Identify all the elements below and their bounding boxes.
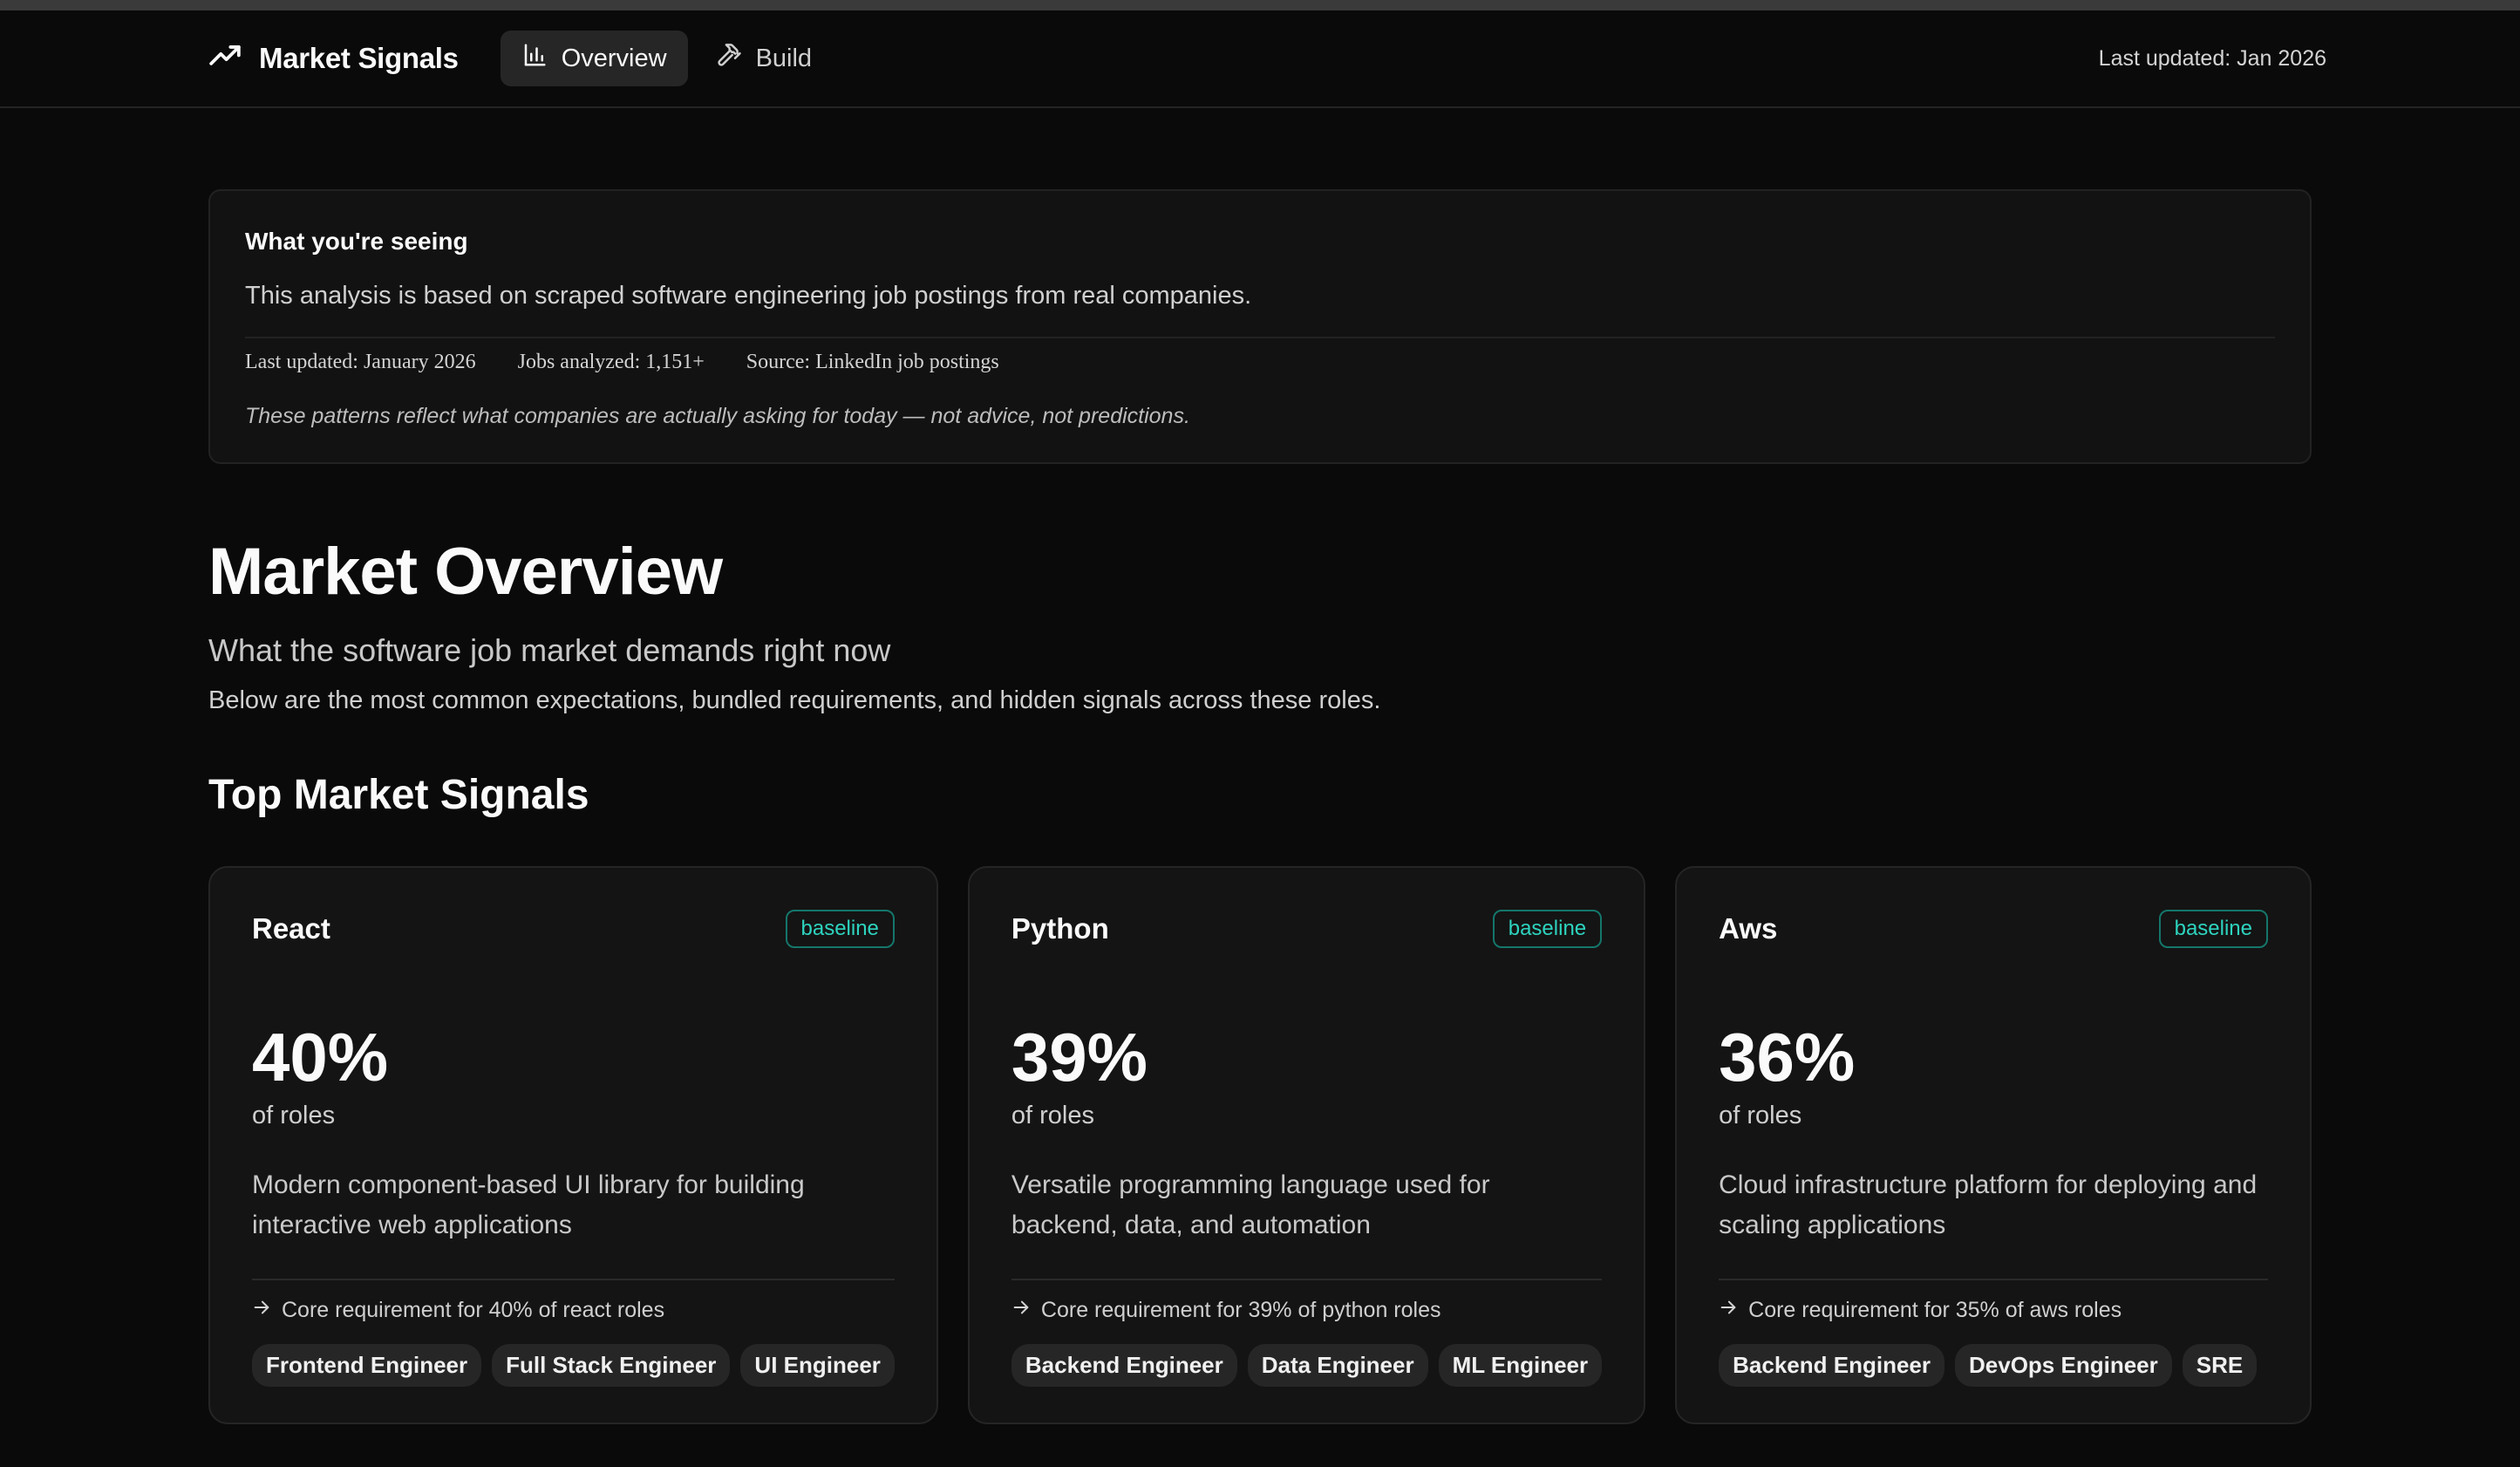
- card-note: Core requirement for 39% of python roles: [1011, 1298, 1602, 1323]
- card-note: Core requirement for 40% of react roles: [252, 1298, 895, 1323]
- nav-overview-label: Overview: [561, 44, 667, 72]
- info-card: What you're seeing This analysis is base…: [208, 189, 2312, 464]
- card-percent: 39%: [1011, 1019, 1148, 1095]
- info-note: These patterns reflect what companies ar…: [245, 404, 1190, 428]
- signal-card-aws[interactable]: Aws baseline 36% of roles Cloud infrastr…: [1675, 866, 2312, 1424]
- meta-jobs: Jobs analyzed: 1,151+: [517, 351, 705, 373]
- info-meta: Last updated: January 2026 Jobs analyzed…: [245, 337, 2275, 374]
- card-description: Cloud infrastructure platform for deploy…: [1719, 1170, 2258, 1239]
- card-note: Core requirement for 35% of aws roles: [1719, 1298, 2268, 1323]
- brand[interactable]: Market Signals: [208, 40, 459, 78]
- card-divider: [1719, 1279, 2268, 1280]
- card-unit: of roles: [252, 1102, 336, 1129]
- card-name: React: [252, 912, 330, 945]
- role-tag[interactable]: DevOps Engineer: [1955, 1344, 2172, 1387]
- role-tag[interactable]: ML Engineer: [1438, 1344, 1603, 1387]
- role-tags: Backend Engineer Data Engineer ML Engine…: [1011, 1344, 1603, 1387]
- signal-cards: React baseline 40% of roles Modern compo…: [208, 866, 2312, 1424]
- page-title: Market Overview: [208, 535, 723, 609]
- card-note-text: Core requirement for 40% of react roles: [282, 1298, 665, 1322]
- card-percent: 36%: [1719, 1019, 1856, 1095]
- role-tag[interactable]: Data Engineer: [1247, 1344, 1428, 1387]
- hammer-icon: [716, 42, 742, 75]
- role-tag[interactable]: Backend Engineer: [1011, 1344, 1237, 1387]
- nav-overview[interactable]: Overview: [500, 31, 688, 86]
- trending-up-icon: [208, 40, 242, 78]
- card-header: React baseline: [252, 910, 895, 948]
- card-description: Versatile programming language used for …: [1011, 1170, 1490, 1239]
- nav-build[interactable]: Build: [695, 31, 834, 86]
- card-header: Aws baseline: [1719, 910, 2268, 948]
- last-updated-label: Last updated: Jan 2026: [2098, 45, 2326, 71]
- section-title: Top Market Signals: [208, 772, 589, 818]
- baseline-badge: baseline: [785, 910, 895, 948]
- top-navbar: Market Signals Overview Build Last updat…: [0, 10, 2520, 108]
- role-tag[interactable]: Backend Engineer: [1719, 1344, 1944, 1387]
- signal-card-react[interactable]: React baseline 40% of roles Modern compo…: [208, 866, 938, 1424]
- main-nav: Overview Build: [500, 31, 834, 86]
- role-tag[interactable]: Frontend Engineer: [252, 1344, 482, 1387]
- meta-updated: Last updated: January 2026: [245, 351, 476, 373]
- card-unit: of roles: [1719, 1102, 1802, 1129]
- card-note-text: Core requirement for 39% of python roles: [1040, 1298, 1441, 1322]
- card-description: Modern component-based UI library for bu…: [252, 1170, 805, 1239]
- page-description: Below are the most common expectations, …: [208, 686, 1381, 714]
- meta-source: Source: LinkedIn job postings: [746, 351, 999, 373]
- card-percent: 40%: [252, 1019, 389, 1095]
- baseline-badge: baseline: [2158, 910, 2268, 948]
- role-tags: Backend Engineer DevOps Engineer SRE: [1719, 1344, 2268, 1387]
- card-name: Python: [1011, 912, 1109, 945]
- card-note-text: Core requirement for 35% of aws roles: [1748, 1298, 2122, 1322]
- card-name: Aws: [1719, 912, 1778, 945]
- card-divider: [252, 1279, 895, 1280]
- window-top-strip: [0, 0, 2520, 10]
- card-divider: [1011, 1279, 1603, 1280]
- role-tags: Frontend Engineer Full Stack Engineer UI…: [252, 1344, 895, 1387]
- nav-build-label: Build: [755, 44, 813, 72]
- arrow-right-icon: [1719, 1298, 1738, 1323]
- role-tag[interactable]: SRE: [2182, 1344, 2258, 1387]
- page-subtitle: What the software job market demands rig…: [208, 632, 891, 668]
- role-tag[interactable]: Full Stack Engineer: [492, 1344, 731, 1387]
- card-header: Python baseline: [1011, 910, 1603, 948]
- bar-chart-icon: [521, 42, 548, 75]
- role-tag[interactable]: UI Engineer: [740, 1344, 895, 1387]
- arrow-right-icon: [1011, 1298, 1031, 1323]
- brand-name: Market Signals: [259, 42, 459, 74]
- arrow-right-icon: [252, 1298, 271, 1323]
- signal-card-python[interactable]: Python baseline 39% of roles Versatile p…: [967, 866, 1646, 1424]
- card-unit: of roles: [1011, 1102, 1095, 1129]
- main-content: What you're seeing This analysis is base…: [0, 189, 2520, 1424]
- info-description: This analysis is based on scraped softwa…: [245, 282, 1252, 310]
- baseline-badge: baseline: [1492, 910, 1603, 948]
- info-title: What you're seeing: [245, 228, 468, 255]
